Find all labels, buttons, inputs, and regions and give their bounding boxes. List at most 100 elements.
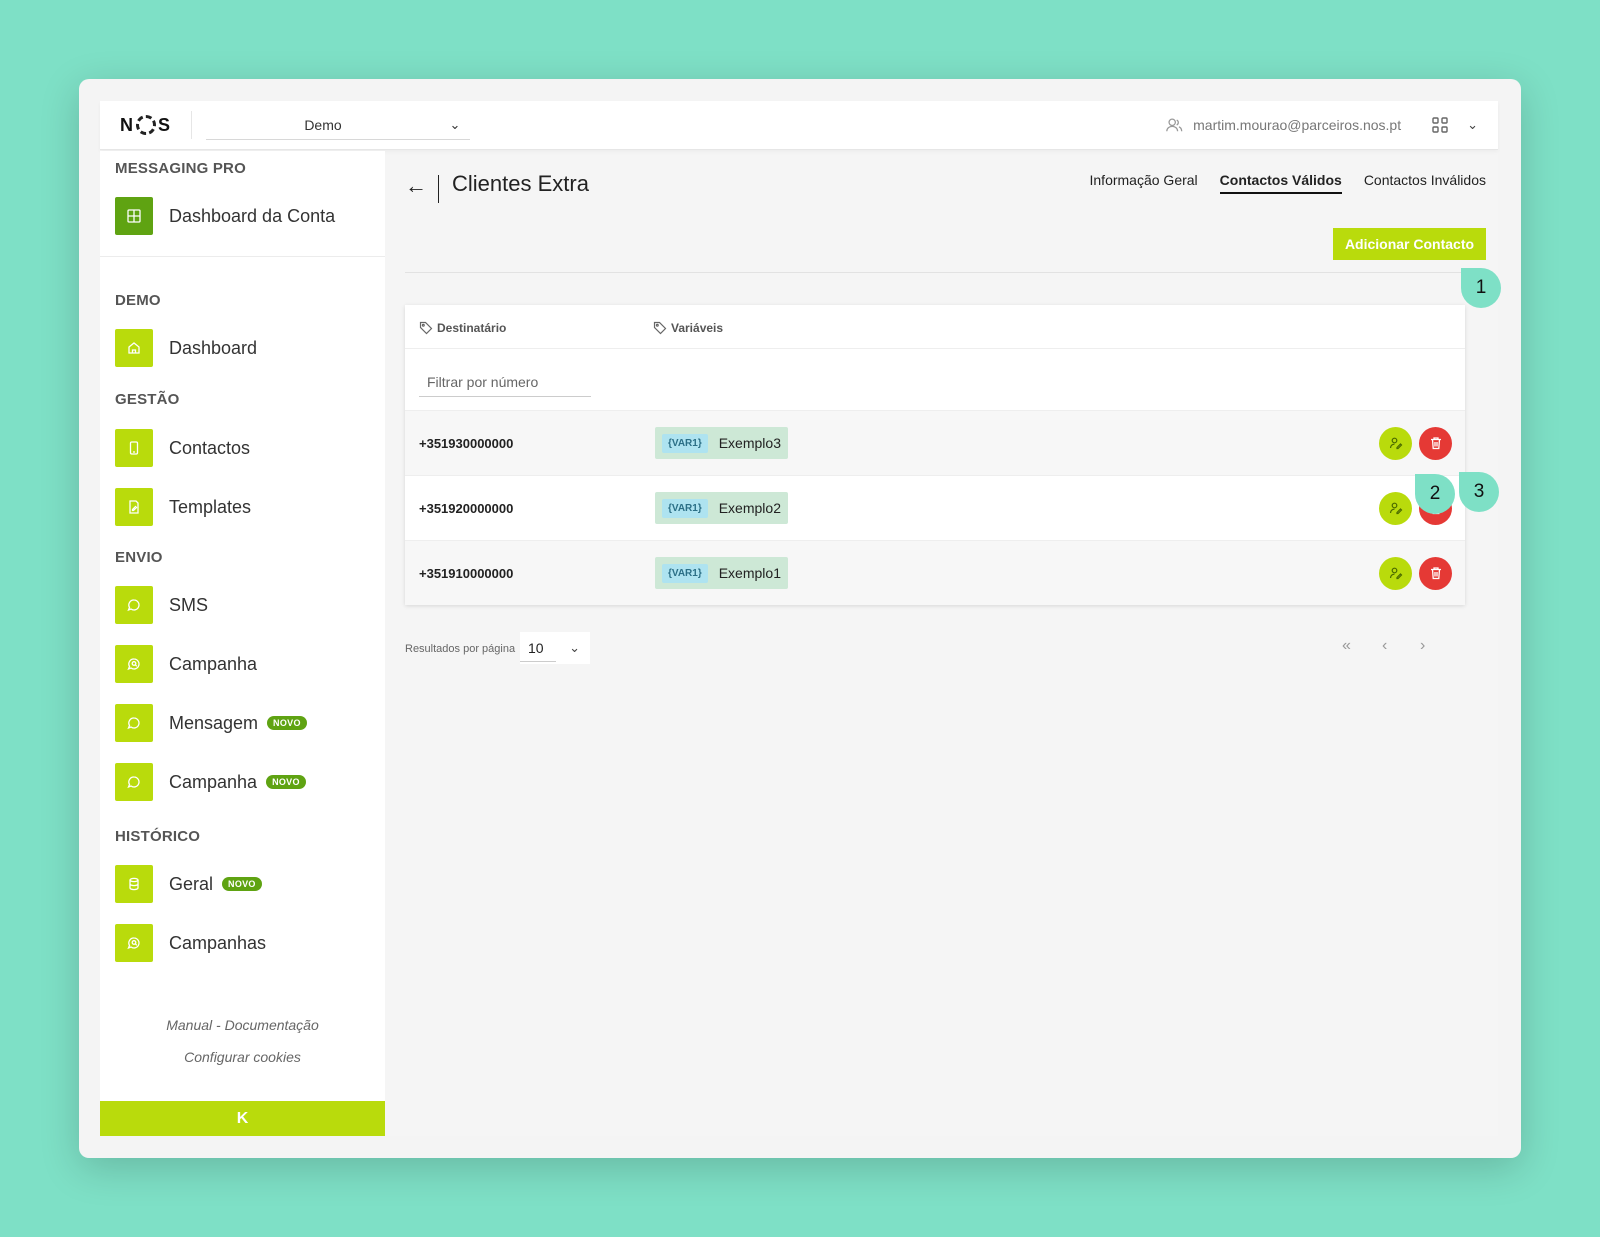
delete-contact-button[interactable] <box>1419 426 1452 460</box>
back-arrow-icon[interactable]: ← <box>405 173 427 199</box>
variable-value: Exemplo1 <box>718 565 781 581</box>
sidebar-item-label: Geral <box>169 873 214 894</box>
app: NS Demo ⌄ martim.mourao@parceiros.nos.pt… <box>100 101 1498 1136</box>
phone-icon <box>115 429 153 467</box>
filter-number-input[interactable] <box>419 367 591 397</box>
sidebar-item-sms[interactable]: SMS <box>115 586 208 624</box>
table-row: +351930000000 {VAR1} Exemplo3 <box>405 410 1465 475</box>
tab-informacao-geral[interactable]: Informação Geral <box>1090 172 1198 194</box>
new-badge: NOVO <box>267 716 307 730</box>
section-title: GESTÃO <box>115 391 180 408</box>
chevron-down-icon: ⌄ <box>569 640 580 655</box>
recipient-number: +351910000000 <box>419 565 514 581</box>
prev-page-icon[interactable]: ‹ <box>1382 637 1387 655</box>
tab-contactos-validos[interactable]: Contactos Válidos <box>1219 172 1342 194</box>
sidebar-item-label: Dashboard <box>169 337 258 358</box>
user-icon <box>1166 118 1183 132</box>
chevron-down-icon: ⌄ <box>449 116 461 132</box>
main-content: ← Clientes Extra Informação Geral Contac… <box>385 151 1498 1136</box>
chat-icon <box>115 586 153 624</box>
document-edit-icon <box>115 488 153 526</box>
chat-icon <box>115 704 153 742</box>
header-divider <box>405 348 1465 349</box>
section-title: MESSAGING PRO <box>115 160 246 177</box>
first-page-icon[interactable]: « <box>1342 637 1351 655</box>
sidebar-divider <box>100 256 385 257</box>
browser-frame: NS Demo ⌄ martim.mourao@parceiros.nos.pt… <box>79 79 1521 1158</box>
sidebar-item-account-dashboard[interactable]: Dashboard da Conta <box>115 197 335 235</box>
next-page-icon[interactable]: › <box>1420 637 1425 655</box>
chat-search-icon <box>115 924 153 962</box>
user-email[interactable]: martim.mourao@parceiros.nos.pt <box>1193 117 1401 133</box>
new-badge: NOVO <box>222 877 262 891</box>
sidebar-item-campanha-novo[interactable]: Campanha NOVO <box>115 763 306 801</box>
user-area: martim.mourao@parceiros.nos.pt ⌄ <box>1165 116 1498 134</box>
edit-contact-button[interactable] <box>1379 426 1412 460</box>
database-icon <box>115 865 153 903</box>
tab-contactos-invalidos[interactable]: Contactos Inválidos <box>1364 172 1486 194</box>
sidebar-item-campanha[interactable]: Campanha <box>115 645 257 683</box>
cookies-link[interactable]: Configurar cookies <box>100 1049 385 1065</box>
variable-key: {VAR1} <box>662 498 708 518</box>
tabs: Informação Geral Contactos Válidos Conta… <box>1090 172 1486 194</box>
page-size-select[interactable]: 10 ⌄ <box>520 632 590 664</box>
sidebar-item-templates[interactable]: Templates <box>115 488 251 526</box>
sidebar-item-label: Dashboard da Conta <box>169 205 336 226</box>
manual-link[interactable]: Manual - Documentação <box>100 1017 385 1033</box>
section-title: ENVIO <box>115 549 163 566</box>
divider <box>405 272 1485 273</box>
column-header-recipient[interactable]: Destinatário <box>419 321 506 335</box>
sidebar-item-campanhas[interactable]: Campanhas <box>115 924 266 962</box>
top-bar: NS Demo ⌄ martim.mourao@parceiros.nos.pt… <box>100 101 1498 150</box>
user-edit-icon <box>1389 437 1402 450</box>
edit-contact-button[interactable] <box>1379 556 1412 590</box>
sidebar-item-label: Campanha <box>169 771 258 792</box>
nos-logo[interactable]: NS <box>100 111 192 139</box>
account-select-value: Demo <box>304 116 342 133</box>
column-header-variables[interactable]: Variáveis <box>653 321 723 335</box>
variable-pill: {VAR1} Exemplo2 <box>655 492 788 524</box>
sidebar-item-mensagem[interactable]: Mensagem NOVO <box>115 704 307 742</box>
sidebar-item-contactos[interactable]: Contactos <box>115 429 250 467</box>
callout-marker: 2 <box>1415 474 1455 514</box>
chevron-down-icon[interactable]: ⌄ <box>1467 117 1478 133</box>
recipient-number: +351920000000 <box>419 500 514 516</box>
sidebar-item-label: Templates <box>169 496 252 517</box>
account-select[interactable]: Demo ⌄ <box>206 110 470 140</box>
sidebar-item-label: Mensagem <box>169 712 259 733</box>
results-per-page-label: Resultados por página <box>405 643 516 655</box>
tag-icon <box>419 321 433 335</box>
delete-contact-button[interactable] <box>1419 556 1452 590</box>
callout-marker: 1 <box>1461 268 1501 308</box>
sidebar-item-geral[interactable]: Geral NOVO <box>115 865 262 903</box>
recipient-number: +351930000000 <box>419 435 514 451</box>
section-title: DEMO <box>115 292 161 309</box>
variable-key: {VAR1} <box>662 433 708 453</box>
table-icon <box>115 197 153 235</box>
variable-value: Exemplo3 <box>718 435 781 451</box>
chat-search-icon <box>115 645 153 683</box>
sidebar-item-label: Contactos <box>169 437 251 458</box>
logo-ring-icon <box>135 115 156 135</box>
page-size-value: 10 <box>528 640 544 656</box>
title-separator <box>438 175 439 203</box>
user-edit-icon <box>1389 502 1402 515</box>
variable-key: {VAR1} <box>662 563 708 583</box>
sidebar-item-dashboard[interactable]: Dashboard <box>115 329 257 367</box>
trash-icon <box>1430 437 1441 450</box>
collapse-icon: K <box>236 1109 249 1127</box>
sidebar: MESSAGING PRO Dashboard da Conta DEMO Da… <box>100 151 385 1136</box>
sidebar-item-label: SMS <box>169 594 209 615</box>
user-edit-icon <box>1389 567 1402 580</box>
chat-icon <box>115 763 153 801</box>
table-row: +351910000000 {VAR1} Exemplo1 <box>405 540 1465 605</box>
edit-contact-button[interactable] <box>1379 491 1412 525</box>
tag-icon <box>653 321 667 335</box>
variable-pill: {VAR1} Exemplo3 <box>655 427 788 459</box>
variable-value: Exemplo2 <box>718 500 781 516</box>
apps-grid-icon[interactable] <box>1431 116 1449 134</box>
add-contact-button[interactable]: Adicionar Contacto <box>1333 228 1486 260</box>
page-title: Clientes Extra <box>452 171 589 196</box>
sidebar-item-label: Campanhas <box>169 932 267 953</box>
collapse-sidebar-button[interactable]: K <box>100 1101 385 1136</box>
